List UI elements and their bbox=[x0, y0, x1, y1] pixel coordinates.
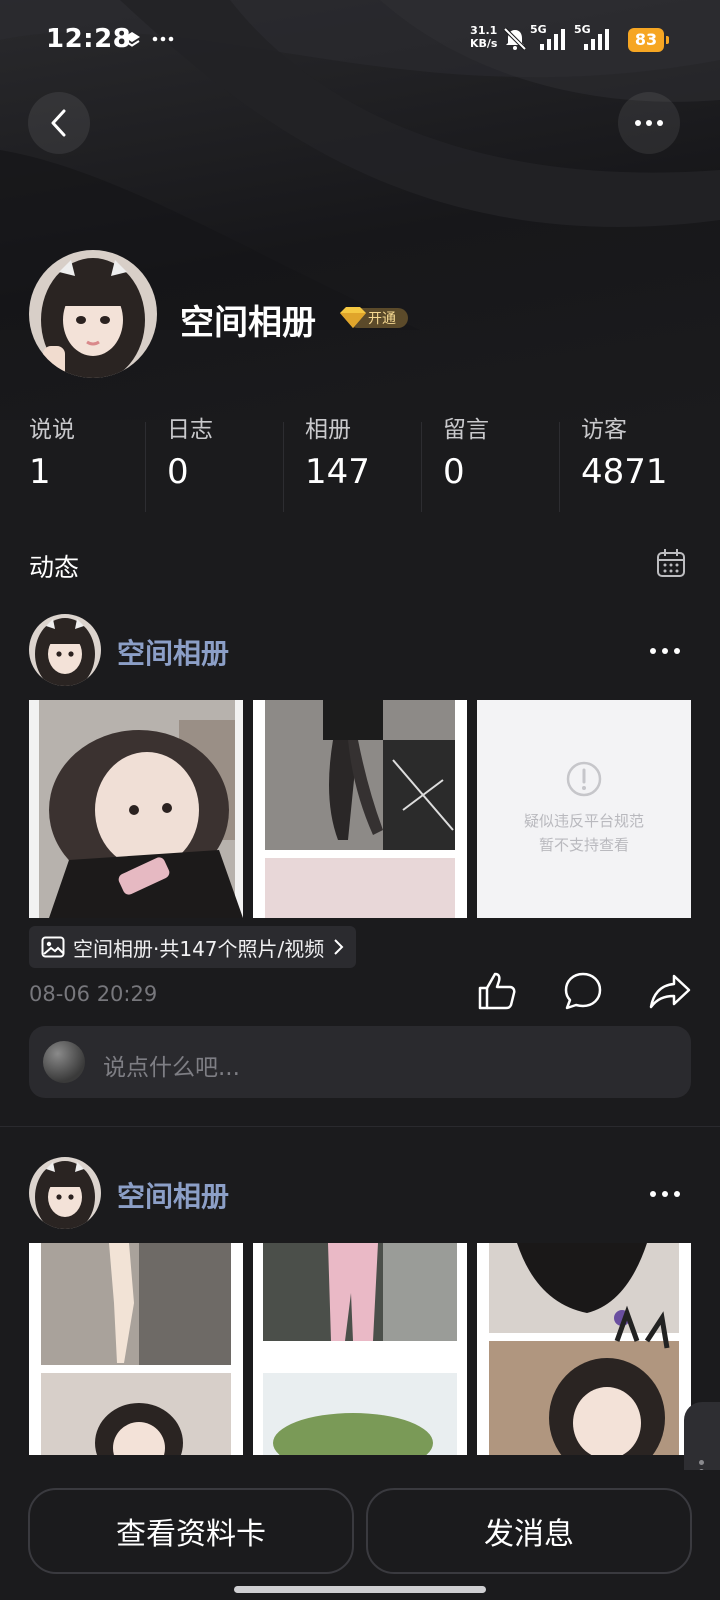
author-name[interactable]: 空间相册 bbox=[117, 632, 229, 672]
stat-divider bbox=[283, 422, 284, 512]
warning-icon bbox=[566, 761, 602, 797]
feed-divider bbox=[0, 1126, 720, 1127]
net-speed-value: 31.1 bbox=[470, 24, 498, 37]
feed-post-header: 空间相册 bbox=[29, 614, 699, 688]
vip-label: 开通 bbox=[368, 311, 396, 327]
bell-muted-icon bbox=[503, 27, 527, 51]
signal-2-icon bbox=[584, 29, 609, 50]
send-message-button[interactable]: 发消息 bbox=[366, 1488, 692, 1574]
stat-label: 访客 bbox=[581, 417, 627, 443]
comment-input[interactable]: 说点什么吧... bbox=[29, 1026, 691, 1098]
net-speed-unit: KB/s bbox=[470, 37, 498, 50]
stat-value: 1 bbox=[29, 452, 51, 492]
stat-albums[interactable]: 相册 147 bbox=[305, 410, 445, 510]
chevron-left-icon bbox=[51, 109, 66, 137]
current-user-avatar bbox=[43, 1041, 85, 1083]
stat-posts[interactable]: 说说 1 bbox=[29, 410, 169, 510]
post-more-icon[interactable] bbox=[645, 636, 685, 666]
post-timestamp: 08-06 20:29 bbox=[29, 982, 158, 1006]
layers-icon bbox=[124, 32, 140, 47]
image-icon bbox=[41, 936, 65, 958]
comment-placeholder: 说点什么吧... bbox=[103, 1055, 240, 1081]
album-chip-label: 空间相册·共147个照片/视频 bbox=[73, 936, 325, 961]
stat-messages[interactable]: 留言 0 bbox=[443, 410, 583, 510]
blocked-photo: 疑似违反平台规范 暂不支持查看 bbox=[477, 700, 691, 918]
photo-thumbnail[interactable] bbox=[29, 1243, 243, 1455]
profile-avatar[interactable] bbox=[29, 250, 157, 378]
photo-thumbnail[interactable] bbox=[253, 1243, 467, 1455]
photo-thumbnail[interactable] bbox=[253, 700, 467, 918]
stat-visitors[interactable]: 访客 4871 bbox=[581, 410, 720, 510]
blocked-message-line2: 暂不支持查看 bbox=[538, 836, 629, 854]
photo-thumbnail[interactable] bbox=[477, 1243, 691, 1455]
more-notifications-icon bbox=[152, 36, 174, 42]
calendar-icon[interactable] bbox=[656, 548, 686, 578]
status-bar: 12:28 31.1 KB/s 5G 5G 83 bbox=[0, 0, 720, 80]
author-avatar[interactable] bbox=[29, 1157, 101, 1229]
author-name[interactable]: 空间相册 bbox=[117, 1175, 229, 1215]
more-options-button[interactable] bbox=[618, 92, 680, 154]
comment-icon[interactable] bbox=[562, 970, 604, 1012]
status-time: 12:28 bbox=[46, 24, 132, 54]
bottom-action-bar: 查看资料卡 发消息 bbox=[0, 1470, 720, 1600]
back-button[interactable] bbox=[28, 92, 90, 154]
share-icon[interactable] bbox=[648, 970, 692, 1012]
stat-blogs[interactable]: 日志 0 bbox=[167, 410, 307, 510]
photo-thumbnail[interactable] bbox=[29, 700, 243, 918]
view-profile-card-button[interactable]: 查看资料卡 bbox=[28, 1488, 354, 1574]
profile-name: 空间相册 bbox=[180, 303, 316, 343]
stat-value: 4871 bbox=[581, 452, 668, 492]
stats-row: 说说 1 日志 0 相册 147 留言 0 访客 4871 bbox=[0, 410, 720, 512]
blocked-message-line1: 疑似违反平台规范 bbox=[523, 812, 644, 830]
stat-label: 说说 bbox=[29, 417, 75, 443]
section-title: 动态 bbox=[29, 553, 80, 582]
stat-label: 日志 bbox=[167, 417, 213, 443]
photo-grid: 疑似违反平台规范 暂不支持查看 bbox=[29, 700, 691, 918]
signal-1-icon bbox=[540, 29, 565, 50]
author-avatar[interactable] bbox=[29, 614, 101, 686]
stat-value: 0 bbox=[443, 452, 465, 492]
stat-value: 147 bbox=[305, 452, 370, 492]
home-indicator[interactable] bbox=[234, 1586, 486, 1593]
more-dots-icon bbox=[635, 120, 663, 126]
battery-indicator: 83 bbox=[628, 28, 669, 52]
vip-badge[interactable]: 开通 bbox=[338, 305, 410, 331]
stat-value: 0 bbox=[167, 452, 189, 492]
net-speed: 31.1 KB/s bbox=[470, 24, 497, 50]
stat-divider bbox=[421, 422, 422, 512]
stat-divider bbox=[559, 422, 560, 512]
stat-divider bbox=[145, 422, 146, 512]
album-chip[interactable]: 空间相册·共147个照片/视频 bbox=[29, 926, 357, 968]
stat-label: 相册 bbox=[305, 417, 351, 443]
photo-grid bbox=[29, 1243, 691, 1455]
stat-label: 留言 bbox=[443, 417, 489, 443]
post-more-icon[interactable] bbox=[645, 1179, 685, 1209]
chevron-right-icon bbox=[334, 939, 344, 955]
feed-post-header: 空间相册 bbox=[29, 1157, 699, 1231]
like-icon[interactable] bbox=[476, 970, 518, 1012]
